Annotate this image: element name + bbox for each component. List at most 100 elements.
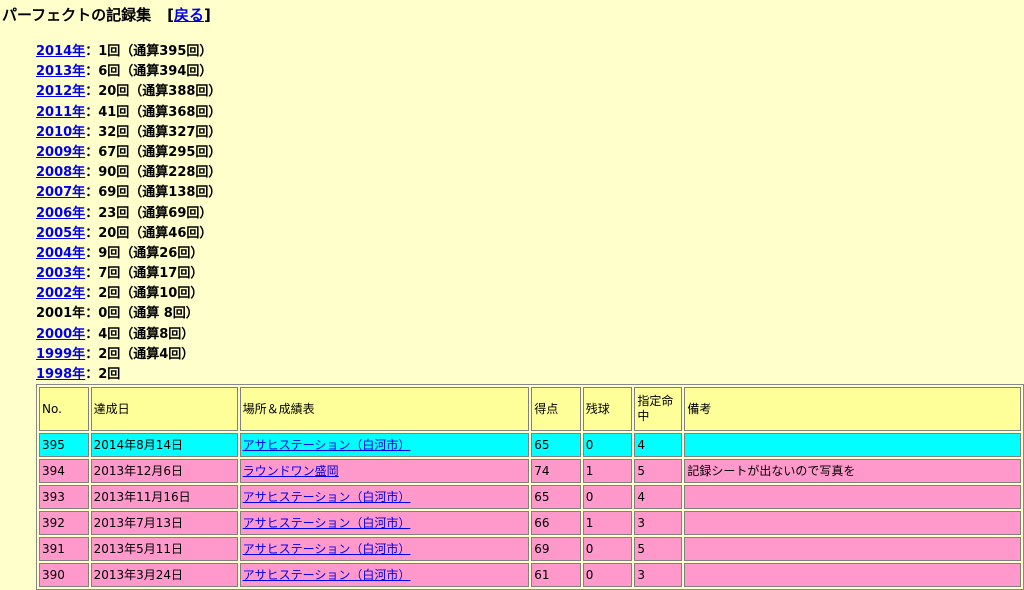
header-hit-label: 指定命中 (637, 394, 674, 423)
year-count-text: ：69回（通算138回） (85, 185, 222, 201)
year-link[interactable]: 2009年 (36, 145, 85, 160)
cell-no: 392 (39, 511, 89, 535)
year-line: 2000年：4回（通算8回） (36, 325, 221, 345)
table-row: 392 2013年7月13日 アサヒステーション（白河市） 66 1 3 (39, 511, 1021, 535)
year-count-text: ：7回（通算17回） (85, 266, 204, 282)
cell-notes (684, 433, 1021, 457)
cell-place: アサヒステーション（白河市） (239, 563, 530, 587)
header-no: No. (39, 387, 89, 431)
year-label: 2001年 (36, 306, 86, 322)
year-link[interactable]: 2007年 (36, 185, 85, 200)
cell-hit: 4 (634, 433, 683, 457)
cell-remaining: 0 (582, 433, 633, 457)
cell-place: アサヒステーション（白河市） (239, 485, 530, 509)
year-count-text: ：2回（通算10回） (85, 286, 204, 302)
cell-notes: 記録シートが出ないので写真を (684, 459, 1021, 483)
table-row: 393 2013年11月16日 アサヒステーション（白河市） 65 0 4 (39, 485, 1021, 509)
year-link[interactable]: 2011年 (36, 105, 85, 120)
table-row: 390 2013年3月24日 アサヒステーション（白河市） 61 0 3 (39, 563, 1021, 587)
header-remaining: 残球 (582, 387, 633, 431)
year-link[interactable]: 2008年 (36, 165, 85, 180)
year-link[interactable]: 2006年 (36, 206, 85, 221)
year-link[interactable]: 2003年 (36, 266, 85, 281)
cell-hit: 5 (634, 537, 683, 561)
cell-remaining: 1 (582, 459, 633, 483)
cell-date: 2014年8月14日 (90, 433, 238, 457)
year-count-text: ：23回（通算69回） (85, 205, 213, 221)
year-line: 2008年：90回（通算228回） (36, 163, 221, 183)
year-line: 2007年：69回（通算138回） (36, 183, 221, 203)
cell-no: 393 (39, 485, 89, 509)
cell-score: 74 (531, 459, 581, 483)
year-count-text: ：2回 (85, 367, 121, 382)
cell-no: 395 (39, 433, 89, 457)
cell-place: ラウンドワン盛岡 (239, 459, 530, 483)
header-hit: 指定命中 (634, 387, 683, 431)
place-link[interactable]: アサヒステーション（白河市） (243, 516, 411, 530)
cell-score: 65 (531, 485, 581, 509)
year-link[interactable]: 2000年 (36, 327, 85, 342)
year-link[interactable]: 2005年 (36, 226, 85, 241)
year-link[interactable]: 2004年 (36, 246, 85, 261)
year-count-text: ：1回（通算395回） (85, 44, 213, 59)
header-notes: 備考 (684, 387, 1021, 431)
cell-date: 2013年12月6日 (90, 459, 238, 483)
year-line: 2010年：32回（通算327回） (36, 123, 221, 143)
year-line: 2013年：6回（通算394回） (36, 62, 221, 82)
cell-score: 66 (531, 511, 581, 535)
year-line: 2003年：7回（通算17回） (36, 264, 221, 284)
header-date: 達成日 (90, 387, 238, 431)
year-link[interactable]: 2014年 (36, 44, 85, 59)
records-table: No. 達成日 場所＆成績表 得点 残球 指定命中 備考 395 2014年8月1… (36, 384, 1024, 590)
place-link[interactable]: ラウンドワン盛岡 (243, 464, 339, 478)
cell-no: 394 (39, 459, 89, 483)
cell-place: アサヒステーション（白河市） (239, 537, 530, 561)
year-count-text: ：41回（通算368回） (85, 104, 222, 120)
back-bracket-close: ] (203, 6, 211, 24)
cell-notes (684, 511, 1021, 535)
year-count-text: ：20回（通算46回） (85, 225, 213, 241)
page-header: パーフェクトの記録集 [戻る] (2, 4, 211, 25)
cell-notes (684, 485, 1021, 509)
year-link[interactable]: 1999年 (36, 347, 85, 362)
cell-remaining: 0 (582, 537, 633, 561)
table-header-row: No. 達成日 場所＆成績表 得点 残球 指定命中 備考 (39, 387, 1021, 431)
year-link[interactable]: 2012年 (36, 84, 85, 99)
cell-hit: 3 (634, 511, 683, 535)
place-link[interactable]: アサヒステーション（白河市） (243, 542, 411, 556)
year-line: 2004年：9回（通算26回） (36, 244, 221, 264)
year-line: 2005年：20回（通算46回） (36, 224, 221, 244)
cell-notes (684, 537, 1021, 561)
year-link[interactable]: 2010年 (36, 125, 85, 140)
year-link[interactable]: 1998年 (36, 367, 85, 382)
cell-place: アサヒステーション（白河市） (239, 511, 530, 535)
cell-remaining: 0 (582, 563, 633, 587)
place-link[interactable]: アサヒステーション（白河市） (243, 438, 411, 452)
place-link[interactable]: アサヒステーション（白河市） (243, 490, 411, 504)
year-count-text: ：9回（通算26回） (85, 245, 204, 261)
year-line: 2006年：23回（通算69回） (36, 204, 221, 224)
year-link[interactable]: 2002年 (36, 286, 85, 301)
back-bracket-open: [ (167, 6, 174, 24)
cell-remaining: 0 (582, 485, 633, 509)
table-row: 395 2014年8月14日 アサヒステーション（白河市） 65 0 4 (39, 433, 1021, 457)
cell-hit: 4 (634, 485, 683, 509)
cell-score: 61 (531, 563, 581, 587)
cell-date: 2013年5月11日 (90, 537, 238, 561)
year-line: 1998年：2回 (36, 365, 221, 385)
cell-date: 2013年3月24日 (90, 563, 238, 587)
year-count-text: ：32回（通算327回） (85, 124, 222, 140)
cell-place: アサヒステーション（白河市） (239, 433, 530, 457)
cell-no: 390 (39, 563, 89, 587)
cell-score: 65 (531, 433, 581, 457)
table-row: 391 2013年5月11日 アサヒステーション（白河市） 69 0 5 (39, 537, 1021, 561)
back-link[interactable]: 戻る (174, 6, 204, 24)
year-line: 2001年：0回（通算 8回） (36, 304, 221, 324)
header-place: 場所＆成績表 (239, 387, 530, 431)
place-link[interactable]: アサヒステーション（白河市） (243, 568, 411, 582)
cell-remaining: 1 (582, 511, 633, 535)
cell-hit: 3 (634, 563, 683, 587)
year-link[interactable]: 2013年 (36, 64, 85, 79)
year-count-text: ：2回（通算4回） (85, 346, 195, 362)
year-line: 2011年：41回（通算368回） (36, 103, 221, 123)
